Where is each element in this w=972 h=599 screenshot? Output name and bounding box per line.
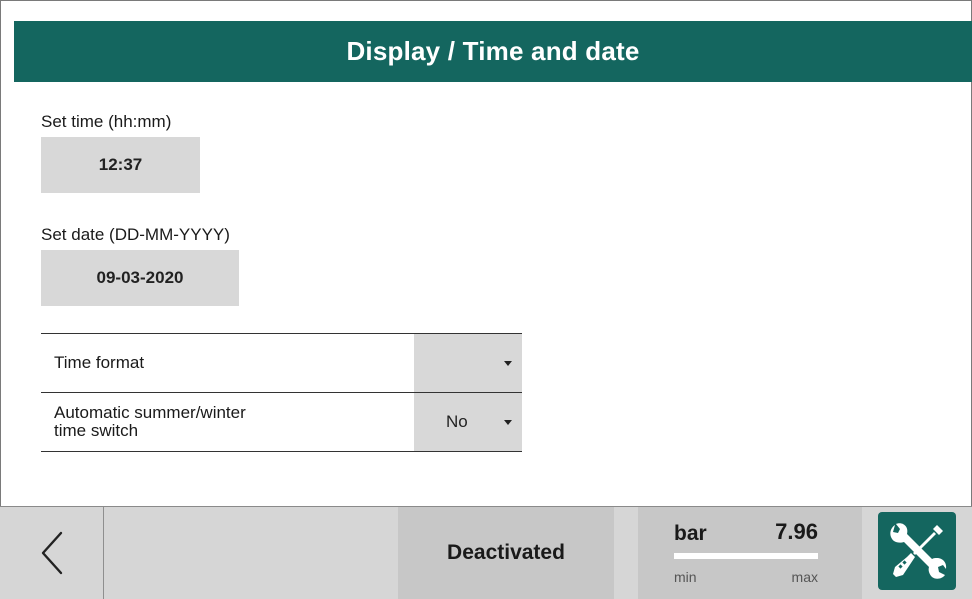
time-input[interactable]: 12:37 <box>41 137 200 193</box>
caret-down-icon <box>504 361 512 366</box>
page-title: Display / Time and date <box>346 36 640 66</box>
back-button[interactable] <box>0 507 104 599</box>
gauge-fill <box>674 553 818 559</box>
gauge-min-label: min <box>674 569 697 585</box>
dst-switch-label-line1: Automatic summer/winter <box>54 403 246 422</box>
pressure-gauge: bar 7.96 min max <box>638 507 862 599</box>
time-format-select[interactable] <box>414 334 522 392</box>
status-indicator: Deactivated <box>398 507 614 599</box>
title-bar: Display / Time and date <box>14 21 972 82</box>
time-format-label: Time format <box>54 353 145 372</box>
gauge-max-label: max <box>791 569 818 585</box>
gauge-track <box>674 553 818 559</box>
chevron-left-icon <box>41 531 62 575</box>
wrench-screwdriver-icon <box>890 523 947 579</box>
gauge-unit: bar <box>674 522 707 545</box>
dst-switch-label-line2: time switch <box>54 421 139 440</box>
caret-down-icon <box>504 420 512 425</box>
settings-table: Time format Automatic summer/winter time… <box>41 333 522 452</box>
footer-bar: Deactivated bar 7.96 min max <box>0 506 972 599</box>
dst-switch-label: Automatic summer/winter time switch <box>41 393 414 451</box>
gauge-value: 7.96 <box>775 519 818 544</box>
setting-row-time-format: Time format <box>41 334 522 393</box>
date-input[interactable]: 09-03-2020 <box>41 250 239 306</box>
setting-row-dst-switch: Automatic summer/winter time switch No <box>41 393 522 452</box>
tools-button[interactable] <box>878 512 956 590</box>
dst-switch-select[interactable]: No <box>414 393 522 451</box>
time-label: Set time (hh:mm) <box>41 112 172 131</box>
dst-switch-value: No <box>446 412 468 431</box>
date-label: Set date (DD-MM-YYYY) <box>41 225 230 244</box>
